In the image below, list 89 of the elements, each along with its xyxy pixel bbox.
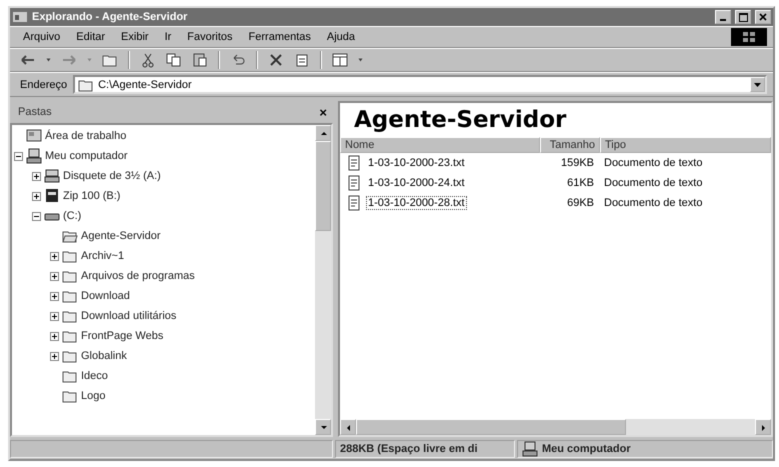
tree-item[interactable]: FrontPage Webs bbox=[81, 330, 164, 342]
menu-item[interactable]: Exibir bbox=[114, 28, 156, 46]
tree-item[interactable]: Archiv~1 bbox=[81, 250, 124, 262]
close-icon bbox=[759, 13, 767, 21]
menu-item[interactable]: Favoritos bbox=[180, 28, 240, 46]
copy-icon bbox=[166, 52, 182, 68]
column-header[interactable]: Tipo bbox=[600, 137, 771, 153]
properties-icon bbox=[294, 52, 310, 68]
file-size: 61KB bbox=[566, 176, 595, 191]
collapse-toggle[interactable] bbox=[14, 152, 23, 160]
tree-item[interactable]: Área de trabalho bbox=[45, 130, 126, 142]
vertical-scrollbar[interactable] bbox=[315, 125, 331, 435]
tree-item[interactable]: Disquete de 3½ (A:) bbox=[63, 170, 161, 182]
desktop-icon bbox=[26, 128, 42, 144]
file-type: Documento de texto bbox=[603, 156, 704, 171]
paste-icon bbox=[192, 52, 208, 68]
arrow-icon bbox=[320, 424, 326, 430]
expand-toggle[interactable] bbox=[50, 352, 59, 360]
address-field[interactable]: C:\Agente-Servidor bbox=[73, 75, 767, 94]
arrow-icon bbox=[760, 424, 766, 430]
scroll-thumb[interactable] bbox=[315, 141, 331, 231]
dropdown-button[interactable] bbox=[750, 77, 765, 92]
file-type: Documento de texto bbox=[603, 176, 704, 191]
zip-drive-icon bbox=[44, 188, 60, 204]
scissors-icon bbox=[140, 52, 156, 68]
tree-item[interactable]: Agente-Servidor bbox=[81, 230, 160, 242]
file-name[interactable]: 1-03-10-2000-28.txt bbox=[366, 196, 467, 210]
tree-item[interactable]: Globalink bbox=[81, 350, 127, 362]
tree-item[interactable]: Download bbox=[81, 290, 130, 302]
tree-item[interactable]: Zip 100 (B:) bbox=[63, 190, 120, 202]
window-title: Explorando - Agente-Servidor bbox=[32, 11, 188, 23]
free-space-status: 288KB (Espaço livre em di bbox=[340, 443, 478, 455]
column-header[interactable]: Nome bbox=[340, 137, 540, 153]
computer-icon bbox=[522, 441, 538, 457]
menu-item[interactable]: Ajuda bbox=[320, 28, 362, 46]
collapse-toggle[interactable] bbox=[32, 212, 41, 220]
menu-item[interactable]: Arquivo bbox=[16, 28, 68, 46]
scroll-thumb[interactable] bbox=[356, 419, 626, 435]
horizontal-scrollbar[interactable] bbox=[340, 419, 771, 435]
scroll-right-button[interactable] bbox=[755, 419, 771, 435]
close-button[interactable] bbox=[755, 10, 771, 24]
expand-toggle[interactable] bbox=[50, 292, 59, 300]
file-size: 69KB bbox=[566, 196, 595, 211]
expand-toggle[interactable] bbox=[50, 332, 59, 340]
address-value: C:\Agente-Servidor bbox=[98, 78, 192, 90]
caret-icon bbox=[46, 58, 51, 62]
floppy-drive-icon bbox=[44, 168, 60, 184]
explorer-icon bbox=[12, 9, 28, 25]
file-name[interactable]: 1-03-10-2000-24.txt bbox=[366, 176, 467, 190]
text-file-icon bbox=[346, 195, 362, 211]
tree-item[interactable]: Arquivos de programas bbox=[81, 270, 195, 282]
menu-item[interactable]: Ferramentas bbox=[242, 28, 318, 46]
caret-icon bbox=[754, 82, 761, 86]
expand-toggle[interactable] bbox=[50, 252, 59, 260]
arrow-icon bbox=[320, 130, 326, 136]
expand-toggle[interactable] bbox=[32, 172, 41, 180]
expand-toggle[interactable] bbox=[50, 272, 59, 280]
caret-icon bbox=[358, 58, 363, 62]
location-status: Meu computador bbox=[542, 443, 631, 455]
file-size: 159KB bbox=[560, 156, 595, 171]
caret-icon bbox=[87, 58, 92, 62]
delete-icon bbox=[268, 52, 284, 68]
file-name[interactable]: 1-03-10-2000-23.txt bbox=[366, 156, 467, 170]
minimize-button[interactable] bbox=[715, 10, 731, 24]
scroll-left-button[interactable] bbox=[340, 419, 356, 435]
tree-item[interactable]: Meu computador bbox=[45, 150, 128, 162]
computer-icon bbox=[26, 148, 42, 164]
arrow-icon bbox=[344, 424, 352, 430]
pane-title: Pastas bbox=[18, 106, 52, 118]
tree-item[interactable]: Logo bbox=[81, 390, 106, 402]
file-type: Documento de texto bbox=[603, 196, 704, 211]
column-header[interactable]: Tamanho bbox=[540, 137, 600, 153]
tree-item[interactable]: (C:) bbox=[63, 210, 82, 222]
address-label: Endereço bbox=[19, 78, 68, 90]
menu-item[interactable]: Ir bbox=[158, 28, 178, 46]
expand-toggle[interactable] bbox=[32, 192, 41, 200]
folder-heading: Agente-Servidor bbox=[354, 107, 568, 133]
maximize-button[interactable] bbox=[735, 10, 751, 24]
maximize-icon bbox=[738, 12, 748, 22]
tree-item[interactable]: Ideco bbox=[81, 370, 108, 382]
text-file-icon bbox=[346, 175, 362, 191]
text-file-icon bbox=[346, 155, 362, 171]
scroll-up-button[interactable] bbox=[315, 125, 331, 141]
menu-item[interactable]: Editar bbox=[69, 28, 112, 46]
tree-item[interactable]: Download utilitários bbox=[81, 310, 176, 322]
scroll-down-button[interactable] bbox=[315, 419, 331, 435]
close-pane-button[interactable]: × bbox=[319, 104, 327, 120]
views-icon bbox=[332, 52, 348, 68]
expand-toggle[interactable] bbox=[50, 312, 59, 320]
